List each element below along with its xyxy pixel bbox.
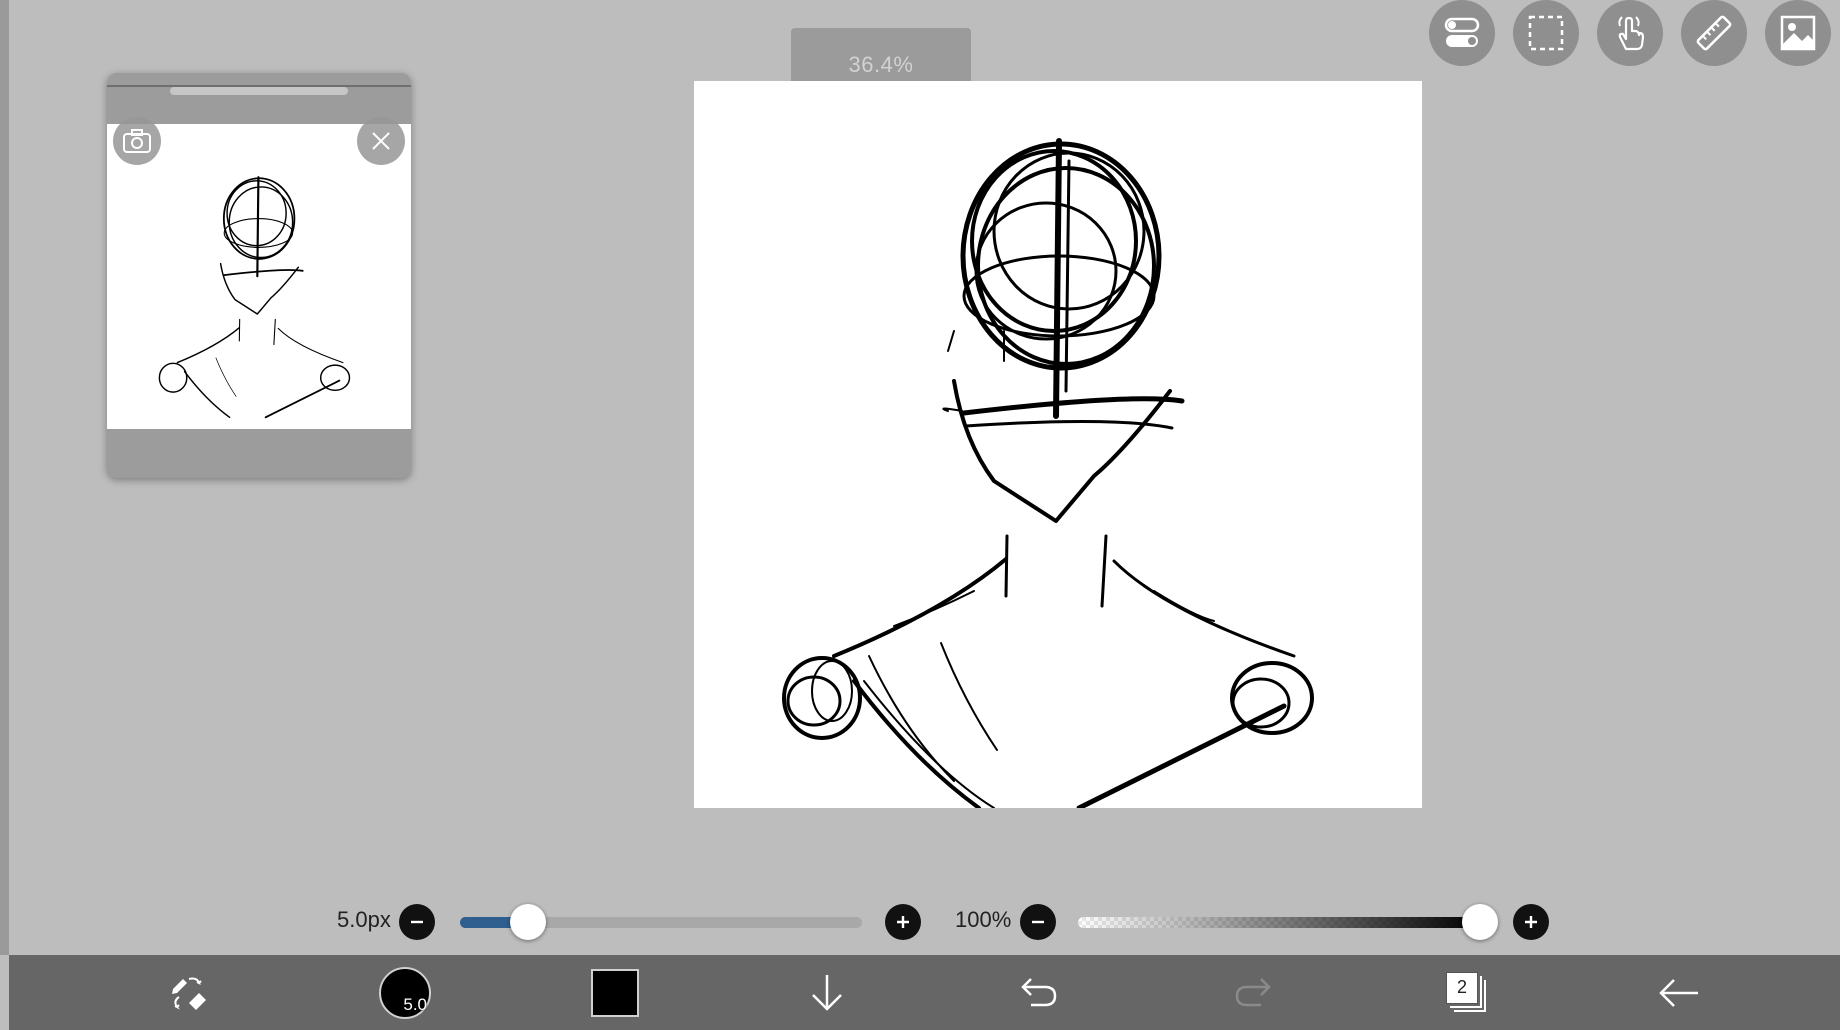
opacity-label: 100% <box>955 907 1012 932</box>
pen-eraser-toggle-button[interactable] <box>149 955 229 1030</box>
opacity-slider[interactable] <box>1078 917 1480 928</box>
selection-button[interactable] <box>1513 0 1579 66</box>
redo-button[interactable] <box>1213 955 1293 1030</box>
undo-icon <box>1021 977 1057 1006</box>
brush-size-increase-button[interactable] <box>885 904 921 940</box>
layers-button[interactable]: 2 <box>1427 955 1507 1030</box>
reference-close-button[interactable] <box>357 117 405 165</box>
image-material-icon <box>1780 15 1816 51</box>
brush-size-slider-handle[interactable] <box>510 904 547 940</box>
minus-icon <box>1032 920 1044 924</box>
pen-eraser-swap-icon <box>172 977 206 1010</box>
opacity-decrease-button[interactable] <box>1020 904 1056 940</box>
minus-icon <box>411 920 423 924</box>
plus-icon <box>1525 916 1537 928</box>
reference-image-preview <box>107 124 411 429</box>
reference-sketch <box>158 176 351 419</box>
color-picker-button[interactable] <box>575 955 655 1030</box>
download-button[interactable] <box>787 955 867 1030</box>
back-button[interactable] <box>1639 955 1719 1030</box>
ruler-icon <box>1696 15 1732 51</box>
brush-preview-button[interactable]: 5.0 <box>365 955 445 1030</box>
window-edge <box>0 0 9 955</box>
drawing-canvas[interactable] <box>694 81 1422 808</box>
hand-tool-button[interactable] <box>1597 0 1663 66</box>
opacity-slider-fill <box>1078 917 1480 928</box>
opacity-increase-button[interactable] <box>1513 904 1549 940</box>
layers-icon: 2 <box>1446 971 1488 1014</box>
undo-button[interactable] <box>999 955 1079 1030</box>
brush-preview: 5.0 <box>379 966 431 1019</box>
sketch-artwork <box>782 138 1314 808</box>
close-icon <box>372 132 390 150</box>
reference-window[interactable] <box>107 73 411 478</box>
arrow-down-icon <box>812 974 842 1011</box>
image-material-button[interactable] <box>1765 0 1831 66</box>
brush-preview-size: 5.0 <box>403 994 427 1014</box>
hand-tool-icon <box>1618 16 1645 51</box>
selection-icon <box>1528 15 1564 51</box>
brush-size-decrease-button[interactable] <box>399 904 435 940</box>
brush-size-label: 5.0px <box>337 907 391 932</box>
ruler-button[interactable] <box>1681 0 1747 66</box>
current-color-swatch <box>591 968 639 1017</box>
toggle-settings-icon <box>1444 17 1480 47</box>
redo-icon <box>1235 977 1271 1006</box>
reference-camera-button[interactable] <box>113 117 161 165</box>
opacity-slider-handle[interactable] <box>1462 904 1498 940</box>
arrow-left-icon <box>1659 978 1698 1007</box>
reference-window-drag-handle[interactable] <box>170 87 348 95</box>
camera-icon <box>123 129 151 153</box>
plus-icon <box>897 916 909 928</box>
layer-count: 2 <box>1456 977 1467 997</box>
bottom-toolbar: 5.0 2 <box>9 955 1840 1030</box>
toggle-settings-button[interactable] <box>1429 0 1495 66</box>
